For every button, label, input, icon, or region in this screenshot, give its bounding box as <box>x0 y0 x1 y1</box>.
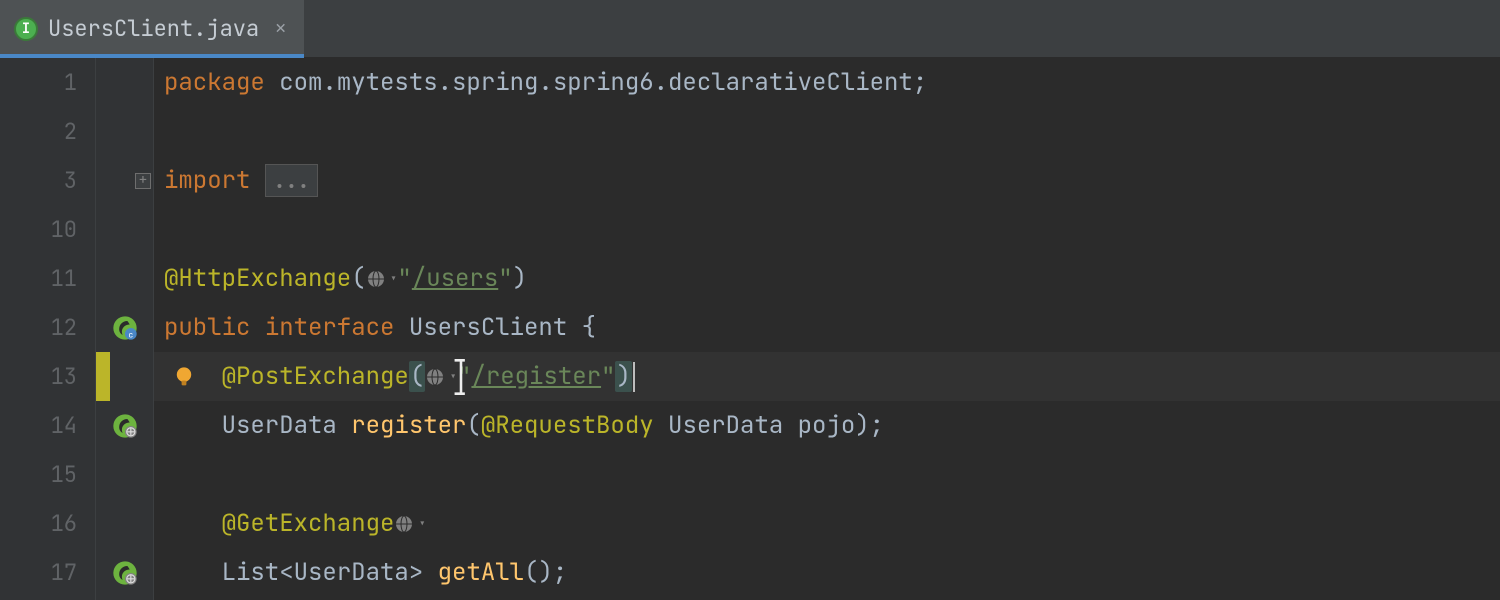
line-number[interactable]: 15 <box>0 450 77 499</box>
globe-icon <box>425 367 445 387</box>
interface-file-icon: I <box>14 17 38 41</box>
code-line[interactable]: package com.mytests.spring.spring6.decla… <box>154 58 1500 107</box>
code-line[interactable]: import ... <box>154 156 1500 205</box>
code-line[interactable]: UserData register(@RequestBody UserData … <box>154 401 1500 450</box>
line-number[interactable]: 17 <box>0 548 77 597</box>
line-number[interactable]: 2 <box>0 107 77 156</box>
line-number[interactable]: 3 <box>0 156 77 205</box>
url-inlay-hint[interactable]: ▾ <box>366 269 398 289</box>
tab-bar: I UsersClient.java ✕ <box>0 0 1500 58</box>
line-number[interactable]: 1 <box>0 58 77 107</box>
line-number[interactable]: 12 <box>0 303 77 352</box>
current-line-marker <box>96 352 110 401</box>
svg-text:c: c <box>128 330 133 340</box>
code-line[interactable]: public interface UsersClient { <box>154 303 1500 352</box>
globe-icon <box>366 269 386 289</box>
line-number[interactable]: 13 <box>0 352 77 401</box>
url-inlay-hint[interactable]: ▾ <box>425 367 457 387</box>
code-line[interactable]: List<UserData> getAll(); <box>154 548 1500 597</box>
code-line[interactable] <box>154 450 1500 499</box>
code-line[interactable]: @HttpExchange(▾"/users") <box>154 254 1500 303</box>
editor-tab[interactable]: I UsersClient.java ✕ <box>0 0 304 57</box>
code-area[interactable]: package com.mytests.spring.spring6.decla… <box>154 58 1500 600</box>
spring-gutter-icon[interactable] <box>96 548 153 597</box>
code-line[interactable] <box>154 205 1500 254</box>
line-number[interactable]: 14 <box>0 401 77 450</box>
spring-gutter-icon[interactable] <box>96 401 153 450</box>
fold-expand-icon[interactable]: + <box>135 173 151 189</box>
code-line[interactable]: @PostExchange(▾"/register") <box>154 352 1500 401</box>
code-line[interactable] <box>154 107 1500 156</box>
spring-gutter-icon[interactable]: c <box>96 303 153 352</box>
line-number[interactable]: 16 <box>0 499 77 548</box>
globe-icon <box>394 514 414 534</box>
chevron-down-icon: ▾ <box>390 270 398 287</box>
line-number[interactable]: 10 <box>0 205 77 254</box>
chevron-down-icon: ▾ <box>449 368 457 385</box>
text-caret <box>633 362 635 392</box>
intention-bulb-icon[interactable] <box>172 365 196 389</box>
line-number[interactable]: 11 <box>0 254 77 303</box>
gutter-icons-column: + c <box>96 58 154 600</box>
editor-area: 1 2 3 10 11 12 13 14 15 16 17 + c <box>0 58 1500 600</box>
url-inlay-hint[interactable]: ▾ <box>394 514 426 534</box>
fold-placeholder[interactable]: ... <box>265 164 318 197</box>
line-number-gutter: 1 2 3 10 11 12 13 14 15 16 17 <box>0 58 96 600</box>
code-line[interactable]: @GetExchange▾ <box>154 499 1500 548</box>
tab-filename: UsersClient.java <box>48 14 259 43</box>
chevron-down-icon: ▾ <box>418 515 426 532</box>
close-icon[interactable]: ✕ <box>275 17 286 40</box>
